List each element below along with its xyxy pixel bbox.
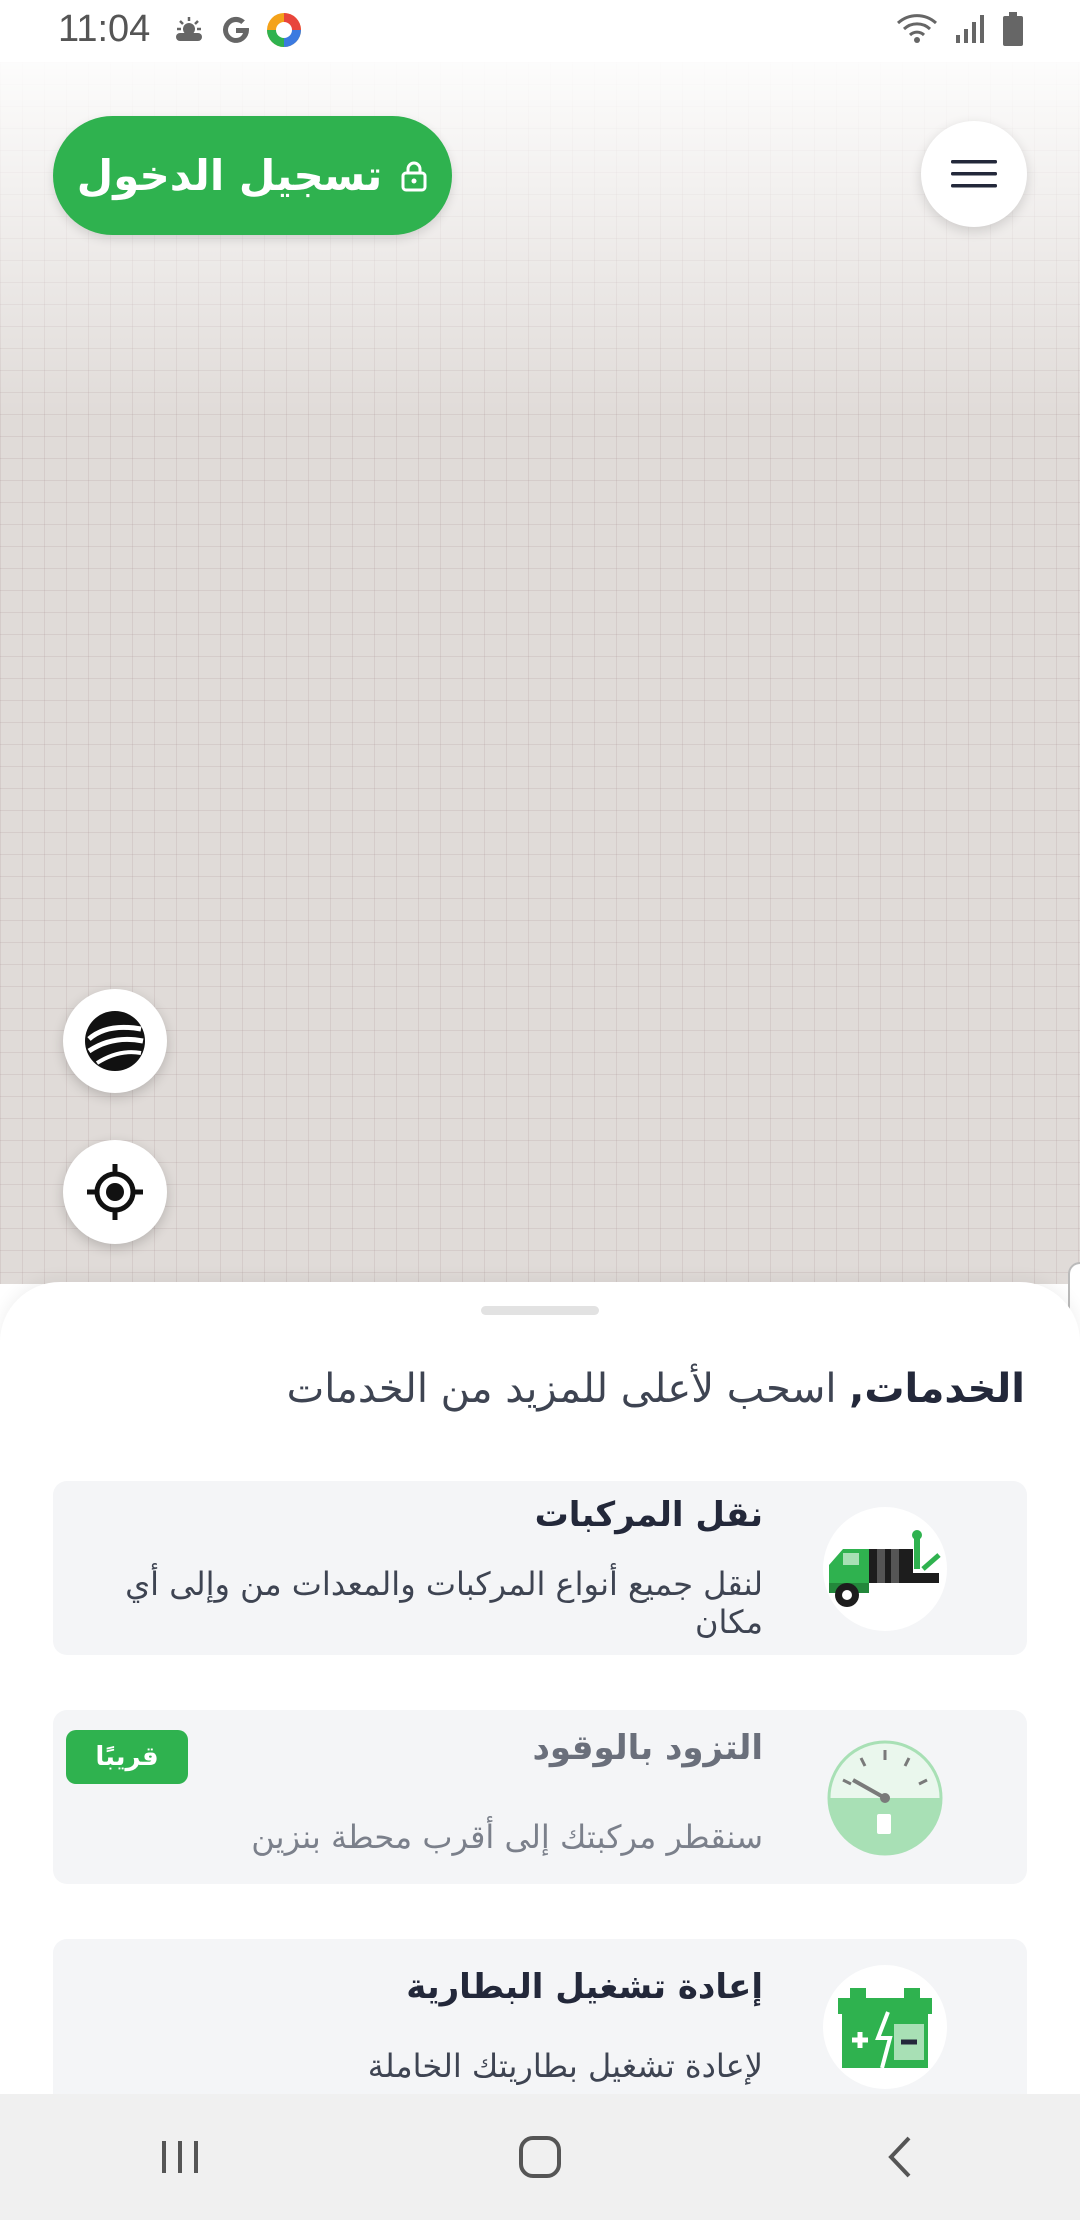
home-button[interactable] <box>480 2107 600 2207</box>
menu-button[interactable] <box>921 121 1027 227</box>
sheet-title: الخدمات, اسحب لأعلى للمزيد من الخدمات <box>287 1366 1025 1412</box>
google-icon <box>223 16 249 43</box>
service-title: نقل المركبات <box>534 1495 763 1535</box>
signal-icon <box>956 15 984 43</box>
service-title: التزود بالوقود <box>532 1728 763 1768</box>
sheet-title-bold: الخدمات, <box>849 1366 1025 1412</box>
my-location-button[interactable] <box>63 1140 167 1244</box>
weather-icon <box>176 17 202 41</box>
map-view[interactable] <box>0 62 1080 1284</box>
login-button[interactable]: تسجيل الدخول <box>53 116 452 235</box>
tow-truck-icon <box>829 1530 941 1607</box>
coming-soon-badge: قريبًا <box>66 1730 188 1784</box>
lock-icon <box>401 161 427 191</box>
home-icon <box>519 2136 561 2178</box>
service-card-fuel-delivery[interactable]: التزود بالوقود سنقطر مركبتك إلى أقرب محط… <box>53 1710 1027 1884</box>
status-time: 11:04 <box>58 8 151 50</box>
services-sheet[interactable]: الخدمات, اسحب لأعلى للمزيد من الخدمات نق… <box>0 1282 1080 2094</box>
map-layers-button[interactable] <box>63 989 167 1093</box>
battery-jump-icon <box>838 1988 932 2069</box>
map-layers-icon <box>85 1011 145 1071</box>
status-bar: 11:04 <box>0 0 1080 62</box>
system-nav-bar <box>0 2094 1080 2220</box>
fuel-gauge-icon <box>827 1740 943 1856</box>
service-title: إعادة تشغيل البطارية <box>406 1967 763 2007</box>
back-button[interactable] <box>840 2107 960 2207</box>
hamburger-menu-icon <box>951 160 997 188</box>
service-description: لإعادة تشغيل بطاريتك الخاملة <box>367 2047 763 2085</box>
battery-icon <box>1003 12 1023 46</box>
service-card-vehicle-transport[interactable]: نقل المركبات لنقل جميع أنواع المركبات وا… <box>53 1481 1027 1655</box>
sheet-drag-handle[interactable] <box>481 1306 599 1315</box>
login-label: تسجيل الدخول <box>76 151 383 200</box>
service-description: سنقطر مركبتك إلى أقرب محطة بنزين <box>251 1818 763 1856</box>
recent-apps-button[interactable] <box>120 2107 240 2207</box>
my-location-icon <box>87 1164 143 1220</box>
wifi-icon <box>896 14 938 43</box>
service-card-battery-jump[interactable]: إعادة تشغيل البطارية لإعادة تشغيل بطاريت… <box>53 1939 1027 2094</box>
recent-apps-icon <box>162 2141 198 2173</box>
back-icon <box>888 2136 911 2178</box>
app-icon <box>267 13 301 47</box>
sheet-title-hint: اسحب لأعلى للمزيد من الخدمات <box>286 1366 850 1412</box>
service-description: لنقل جميع أنواع المركبات والمعدات من وإل… <box>125 1565 763 1641</box>
